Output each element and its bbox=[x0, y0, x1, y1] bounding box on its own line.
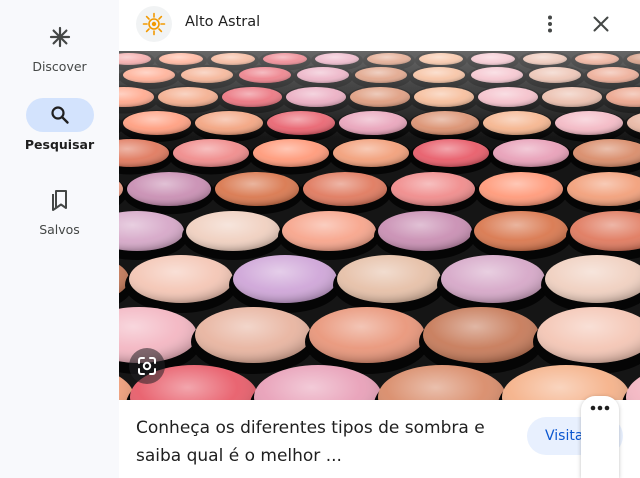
navigation-rail: Discover Pesquisar Salvos bbox=[0, 0, 119, 478]
close-icon bbox=[593, 16, 609, 32]
more-horizontal-icon bbox=[590, 405, 610, 411]
lens-button[interactable] bbox=[129, 348, 165, 384]
result-panel: Alto Astral Conheça os diferentes tipos … bbox=[119, 0, 640, 478]
result-caption[interactable]: Conheça os diferentes tipos de sombra e … bbox=[136, 414, 516, 470]
search-icon bbox=[25, 98, 94, 132]
sun-logo-icon[interactable] bbox=[136, 6, 172, 42]
nav-item-salvos[interactable]: Salvos bbox=[0, 183, 119, 247]
more-options-button[interactable] bbox=[536, 10, 564, 38]
nav-item-label: Pesquisar bbox=[24, 137, 95, 152]
nav-item-label: Discover bbox=[32, 59, 87, 74]
kebab-menu-icon bbox=[548, 15, 552, 33]
result-header: Alto Astral bbox=[119, 0, 640, 50]
nav-item-pesquisar[interactable]: Pesquisar bbox=[0, 98, 119, 162]
more-actions-button[interactable] bbox=[581, 396, 619, 478]
nav-item-discover[interactable]: Discover bbox=[0, 20, 119, 84]
close-button[interactable] bbox=[587, 10, 615, 38]
nav-item-label: Salvos bbox=[39, 222, 80, 237]
result-image[interactable] bbox=[119, 51, 640, 400]
lens-icon bbox=[138, 357, 156, 375]
site-name[interactable]: Alto Astral bbox=[185, 14, 260, 30]
eyeshadow-palette-image bbox=[119, 51, 640, 400]
bookmarks-icon bbox=[26, 183, 94, 217]
asterisk-icon bbox=[26, 20, 94, 54]
